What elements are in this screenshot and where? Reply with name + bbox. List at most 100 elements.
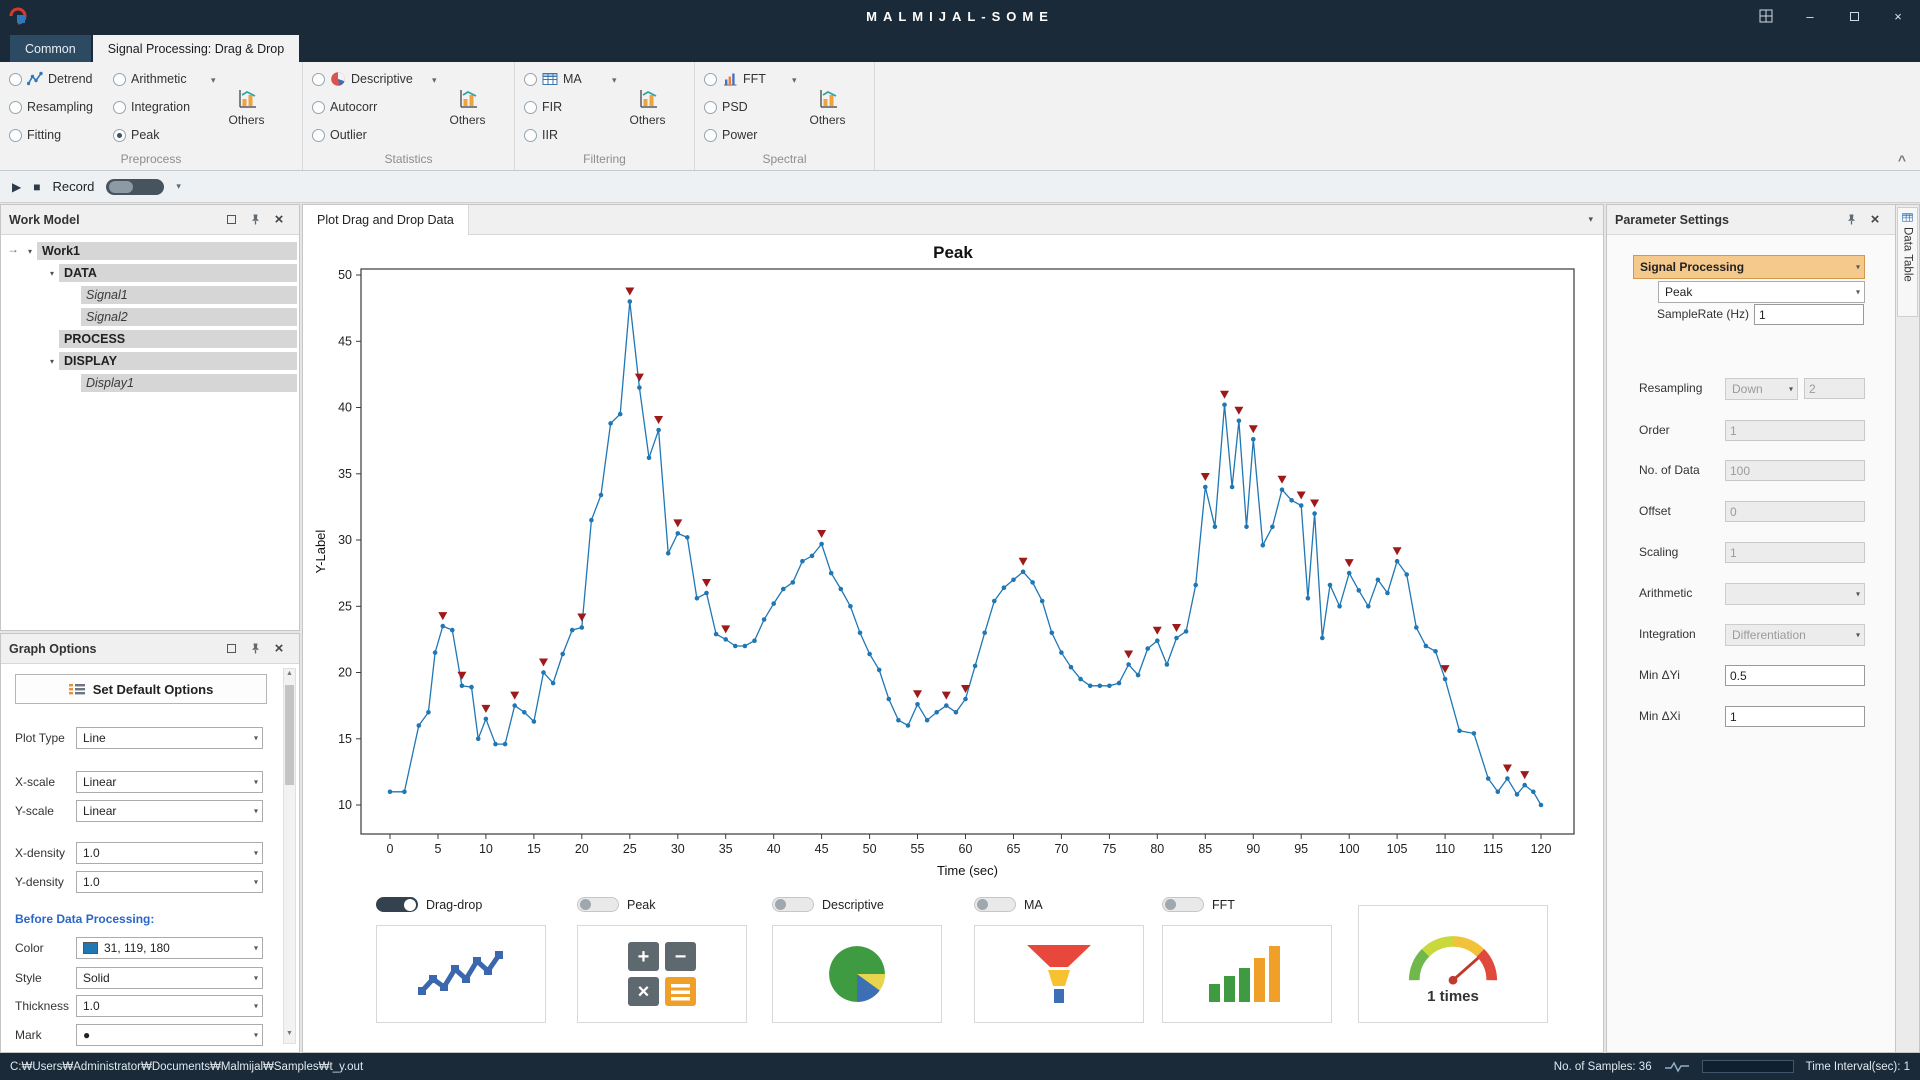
sample-rate-input[interactable] [1754,304,1864,325]
autocorr-radio[interactable] [312,101,325,114]
resampling-radio[interactable] [9,101,22,114]
ribbon-item-integration[interactable]: Integration [113,93,209,121]
fft-toggle[interactable] [1162,897,1204,912]
resampling-input[interactable] [1804,378,1865,399]
pin-icon[interactable] [243,209,267,231]
tree-item-process[interactable]: PROCESS [1,328,299,350]
scaling-input[interactable] [1725,542,1865,563]
close-button[interactable]: × [1876,0,1920,32]
ma-toggle[interactable] [974,897,1016,912]
y-scale-select[interactable]: Linear▾ [76,800,263,822]
tab-plot-drag-drop[interactable]: Plot Drag and Drop Data [303,205,469,235]
color-select[interactable]: 31, 119, 180▾ [76,937,263,959]
ribbon-item-fir[interactable]: FIR [524,93,610,121]
record-toggle[interactable] [106,179,164,195]
descriptive-tile[interactable] [772,925,942,1023]
iir-radio[interactable] [524,129,537,142]
ribbon-item-fft[interactable]: FFT [704,65,790,93]
peak-toggle[interactable] [577,897,619,912]
scrollbar-thumb[interactable] [285,685,294,785]
tree-item-work1[interactable]: → ▾ Work1 [1,240,299,262]
set-default-options-button[interactable]: Set Default Options [15,674,267,704]
filtering-others-button[interactable]: Others [619,65,677,150]
ribbon-item-arithmetic[interactable]: Arithmetic [113,65,209,93]
ribbon-item-psd[interactable]: PSD [704,93,790,121]
integration-select[interactable]: Differentiation▾ [1725,624,1865,646]
ribbon-item-autocorr[interactable]: Autocorr [312,93,430,121]
y-density-select[interactable]: 1.0▾ [76,871,263,893]
ribbon-item-detrend[interactable]: Detrend [9,65,113,93]
ribbon-item-descriptive[interactable]: Descriptive [312,65,430,93]
pin-icon[interactable] [1839,209,1863,231]
plot-type-select[interactable]: Line▾ [76,727,263,749]
statistics-others-button[interactable]: Others [439,65,497,150]
spectral-dropdown-icon[interactable]: ▾ [792,75,797,86]
integration-radio[interactable] [113,101,126,114]
maximize-button[interactable] [1832,0,1876,32]
play-button[interactable]: ▶ [12,180,21,194]
arithmetic-select[interactable]: ▾ [1725,583,1865,605]
pin-icon[interactable] [243,638,267,660]
style-select[interactable]: Solid▾ [76,967,263,989]
filtering-dropdown-icon[interactable]: ▾ [612,75,617,86]
order-input[interactable] [1725,420,1865,441]
method-select[interactable]: Peak▾ [1658,281,1865,303]
ribbon-item-ma[interactable]: MA [524,65,610,93]
fir-radio[interactable] [524,101,537,114]
ribbon-collapse-icon[interactable]: ^ [1898,152,1906,168]
psd-radio[interactable] [704,101,717,114]
statistics-dropdown-icon[interactable]: ▾ [432,75,437,86]
ma-tile[interactable] [974,925,1144,1023]
ma-radio[interactable] [524,73,537,86]
ribbon-item-resampling[interactable]: Resampling [9,93,113,121]
layout-grid-icon[interactable] [1744,0,1788,32]
float-window-icon[interactable] [219,209,243,231]
min-dxi-input[interactable] [1725,706,1865,727]
expander-icon[interactable]: ▾ [23,247,37,256]
scroll-down-icon[interactable]: ▼ [284,1030,295,1042]
record-dropdown-icon[interactable]: ▾ [176,181,181,192]
descriptive-radio[interactable] [312,73,325,86]
mark-select[interactable]: ●▾ [76,1024,263,1046]
min-dyi-input[interactable] [1725,665,1865,686]
preprocess-dropdown-icon[interactable]: ▾ [211,75,216,86]
ribbon-item-peak[interactable]: Peak [113,121,209,149]
tree-item-signal2[interactable]: Signal2 [1,306,299,328]
ribbon-item-iir[interactable]: IIR [524,121,610,149]
arithmetic-radio[interactable] [113,73,126,86]
dragdrop-toggle[interactable] [376,897,418,912]
close-icon[interactable]: × [1863,209,1887,231]
run-count-tile[interactable]: 1 times [1358,905,1548,1023]
fft-tile[interactable] [1162,925,1332,1023]
x-scale-select[interactable]: Linear▾ [76,771,263,793]
descriptive-toggle[interactable] [772,897,814,912]
x-density-select[interactable]: 1.0▾ [76,842,263,864]
preprocess-others-button[interactable]: Others [218,65,276,150]
outlier-radio[interactable] [312,129,325,142]
spectral-others-button[interactable]: Others [799,65,857,150]
peak-tile[interactable]: + − × [577,925,747,1023]
detrend-radio[interactable] [9,73,22,86]
tab-signal-processing[interactable]: Signal Processing: Drag & Drop [93,35,299,62]
stop-button[interactable]: ■ [33,180,40,194]
power-radio[interactable] [704,129,717,142]
ribbon-item-power[interactable]: Power [704,121,790,149]
no-of-data-input[interactable] [1725,460,1865,481]
close-icon[interactable]: × [267,638,291,660]
category-select[interactable]: Signal Processing▾ [1633,255,1865,279]
dragdrop-tile[interactable] [376,925,546,1023]
thickness-select[interactable]: 1.0▾ [76,995,263,1017]
ribbon-item-fitting[interactable]: Fitting [9,121,113,149]
scroll-up-icon[interactable]: ▲ [284,670,295,682]
expander-icon[interactable]: ▾ [45,357,59,366]
resampling-mode-select[interactable]: Down▾ [1725,378,1798,400]
tree-item-display1[interactable]: Display1 [1,372,299,394]
tree-item-data[interactable]: ▾ DATA [1,262,299,284]
expander-icon[interactable]: ▾ [45,269,59,278]
offset-input[interactable] [1725,501,1865,522]
float-window-icon[interactable] [219,638,243,660]
tab-common[interactable]: Common [10,35,91,62]
scrollbar[interactable]: ▲ ▼ [283,668,296,1044]
panel-dropdown-icon[interactable]: ▾ [1588,214,1593,225]
data-table-tab[interactable]: Data Table [1897,207,1918,317]
